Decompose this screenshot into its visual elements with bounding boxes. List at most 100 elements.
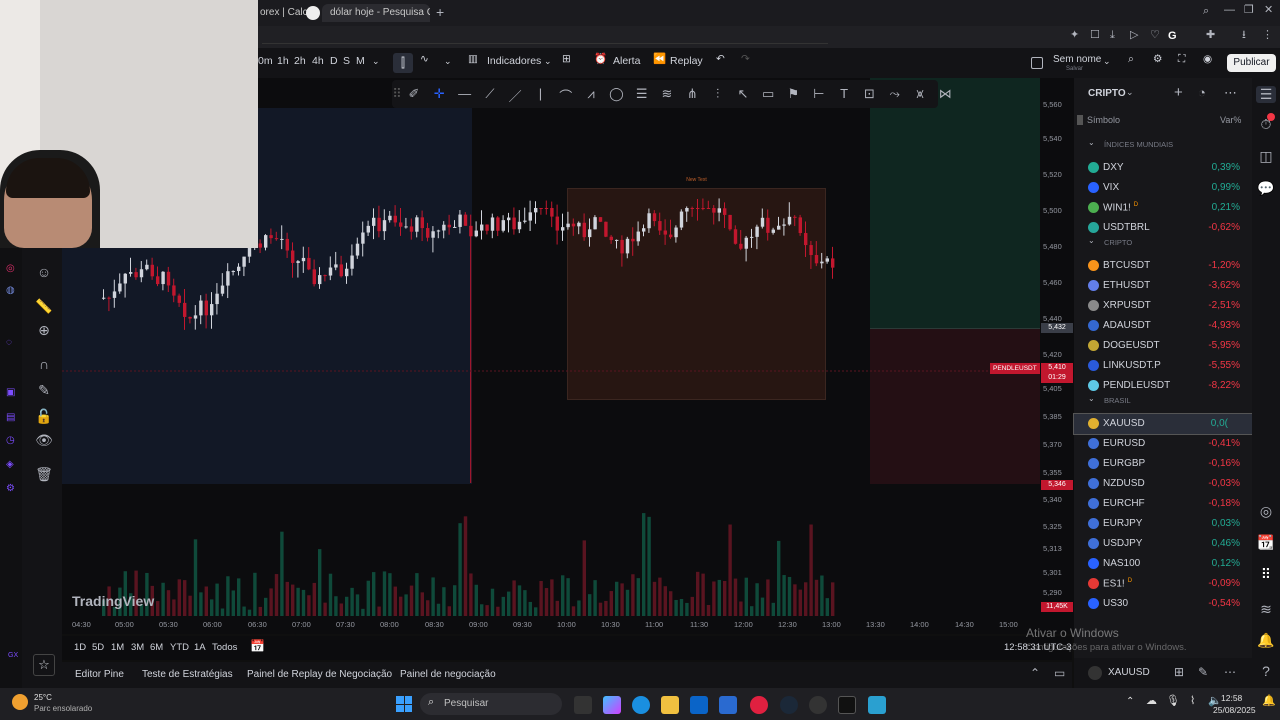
- watchlist-row[interactable]: EURJPY 0,03%: [1074, 514, 1252, 534]
- range-1m[interactable]: 1M: [111, 642, 124, 653]
- emoji-icon[interactable]: ☺: [34, 264, 54, 284]
- ray-icon[interactable]: ／: [507, 86, 523, 105]
- publish-button[interactable]: Publicar: [1227, 54, 1276, 72]
- taskbar-search[interactable]: ⌕ Pesquisar: [420, 693, 562, 715]
- wave-icon[interactable]: ⩙: [912, 86, 928, 102]
- callout-icon[interactable]: ⊡: [861, 86, 877, 102]
- rect-icon[interactable]: ▭: [760, 86, 776, 102]
- range-6m[interactable]: 6M: [150, 642, 163, 653]
- browser-tab-active[interactable]: dólar hoje - Pesquisa Goo: [322, 4, 430, 22]
- minimize-icon[interactable]: —: [1224, 5, 1235, 16]
- range-3m[interactable]: 3M: [131, 642, 144, 653]
- interval-2h[interactable]: 2h: [294, 55, 306, 67]
- apps-grid-icon[interactable]: ⠿: [1256, 566, 1276, 583]
- opera-icon[interactable]: [750, 696, 768, 714]
- notepad-icon[interactable]: [868, 696, 886, 714]
- watchlist-icon[interactable]: ☰: [1256, 86, 1276, 103]
- tab-pine-editor[interactable]: Editor Pine: [75, 669, 124, 680]
- watchlist-row[interactable]: ES1! D -0,09%: [1074, 574, 1252, 594]
- watchlist-row[interactable]: DOGEUSDT -5,95%: [1074, 336, 1252, 356]
- extension-icon[interactable]: ✦: [1070, 30, 1079, 41]
- notification-icon[interactable]: 🔔: [1262, 696, 1276, 707]
- price-axis[interactable]: 5,560 5,540 5,520 5,500 5,480 5,460 5,440 5,420…: [1040, 78, 1074, 634]
- google-g-icon[interactable]: G: [1168, 30, 1180, 43]
- text-icon[interactable]: T: [836, 86, 852, 101]
- search-icon[interactable]: ⌕: [1128, 54, 1134, 65]
- chevron-down-icon[interactable]: ⌄: [1088, 395, 1095, 403]
- instagram-icon[interactable]: ◎: [6, 264, 15, 274]
- interval-4h[interactable]: 4h: [312, 55, 324, 67]
- pattern-icon[interactable]: ⤳: [887, 86, 903, 102]
- layers-icon[interactable]: ◫: [1256, 148, 1276, 165]
- watchlist-row[interactable]: DXY 0,39%: [1074, 158, 1252, 178]
- gear-icon[interactable]: ⚙: [1153, 54, 1162, 65]
- store-icon[interactable]: [719, 696, 737, 714]
- cloud-icon[interactable]: ☁: [1146, 696, 1157, 707]
- watchlist-row[interactable]: NZDUSD -0,03%: [1074, 474, 1252, 494]
- new-tab-icon[interactable]: +: [436, 5, 444, 19]
- path-icon[interactable]: ⩘: [583, 86, 599, 102]
- watchlist-row[interactable]: WIN1! D 0,21%: [1074, 198, 1252, 218]
- windows-start-icon[interactable]: [396, 696, 412, 712]
- heart-icon[interactable]: ♡: [1150, 30, 1160, 41]
- line-style-icon[interactable]: ∿: [420, 54, 429, 65]
- signal-icon[interactable]: ≋: [1256, 601, 1276, 618]
- steam-icon[interactable]: [780, 696, 798, 714]
- grid-icon[interactable]: ⊞: [1174, 666, 1184, 678]
- range-todos[interactable]: Todos: [212, 642, 237, 653]
- lock-icon[interactable]: 🔓: [34, 408, 54, 428]
- sidebar-app-icon[interactable]: ◈: [6, 460, 14, 470]
- bar-style-icon[interactable]: ⫿: [393, 53, 413, 73]
- footer-symbol[interactable]: XAUUSD: [1108, 667, 1150, 678]
- camera-icon[interactable]: ◉: [1203, 54, 1212, 65]
- chevron-down-icon[interactable]: ⌄: [1088, 237, 1095, 245]
- taskbar-time[interactable]: 12:58: [1221, 693, 1242, 703]
- chevron-down-icon[interactable]: ⌄: [372, 57, 380, 66]
- watchlist-row[interactable]: EURCHF -0,18%: [1074, 494, 1252, 514]
- target-icon[interactable]: ◎: [1256, 503, 1276, 520]
- calendar-icon[interactable]: 📅: [250, 640, 265, 652]
- redo-icon[interactable]: ↷: [741, 54, 750, 65]
- interval-s[interactable]: S: [343, 55, 350, 67]
- weather-icon[interactable]: [12, 694, 28, 710]
- explorer-icon[interactable]: [661, 696, 679, 714]
- watchlist-row[interactable]: PENDLEUSDT -8,22%: [1074, 376, 1252, 396]
- collapse-icon[interactable]: ⌃: [1030, 667, 1040, 679]
- watchlist-row[interactable]: XAUUSD 0,0(: [1073, 413, 1253, 435]
- watchlist-row[interactable]: EURGBP -0,16%: [1074, 454, 1252, 474]
- chevron-up-icon[interactable]: ⌃: [1126, 697, 1134, 707]
- menu-icon[interactable]: ⋮: [1262, 30, 1273, 41]
- watchlist-row[interactable]: NAS100 0,12%: [1074, 554, 1252, 574]
- mic-icon[interactable]: 🎙: [1166, 696, 1180, 707]
- watchlist-row[interactable]: US30 -0,54%: [1074, 594, 1252, 614]
- watchlist-row[interactable]: XRPUSDT -2,51%: [1074, 296, 1252, 316]
- wifi-icon[interactable]: ⌇: [1190, 696, 1195, 707]
- sidebar-app-icon[interactable]: ◌: [6, 338, 12, 348]
- measure-icon[interactable]: ⊢: [811, 86, 827, 102]
- puzzle-icon[interactable]: ✚: [1206, 30, 1215, 41]
- settings-icon[interactable]: ⚙: [6, 484, 15, 494]
- weather-temp[interactable]: 25°C: [34, 693, 52, 702]
- taskbar-date[interactable]: 25/08/2025: [1213, 705, 1256, 715]
- bookmark-icon[interactable]: ☐: [1090, 30, 1100, 41]
- drag-handle-icon[interactable]: ⠿: [389, 86, 405, 102]
- watchlist-section-header[interactable]: CRIPTO: [1104, 238, 1132, 247]
- search-icon[interactable]: ⌕: [1203, 6, 1209, 17]
- outlook-icon[interactable]: [690, 696, 708, 714]
- circle-icon[interactable]: ◯: [608, 86, 624, 102]
- discord-icon[interactable]: ◍: [6, 286, 15, 296]
- restore-icon[interactable]: ❐: [1244, 5, 1254, 16]
- chevron-down-icon[interactable]: ⌄: [444, 57, 452, 66]
- channel-icon[interactable]: ≋: [659, 86, 675, 102]
- arc-icon[interactable]: ⌒: [558, 86, 574, 105]
- watchlist-row[interactable]: BTCUSDT -1,20%: [1074, 256, 1252, 276]
- clock-icon[interactable]: ◷: [6, 436, 15, 446]
- chevron-down-icon[interactable]: ⌄: [544, 57, 552, 66]
- help-icon[interactable]: ?: [1256, 663, 1276, 679]
- interval-0m[interactable]: 0m: [258, 55, 273, 67]
- replay-button[interactable]: Replay: [670, 55, 703, 67]
- weather-desc[interactable]: Parc ensolarado: [34, 704, 92, 713]
- downloads-icon[interactable]: ⭳: [1242, 30, 1246, 41]
- calendar-icon[interactable]: 📆: [1256, 534, 1276, 551]
- pencil-lock-icon[interactable]: ✎: [34, 382, 54, 402]
